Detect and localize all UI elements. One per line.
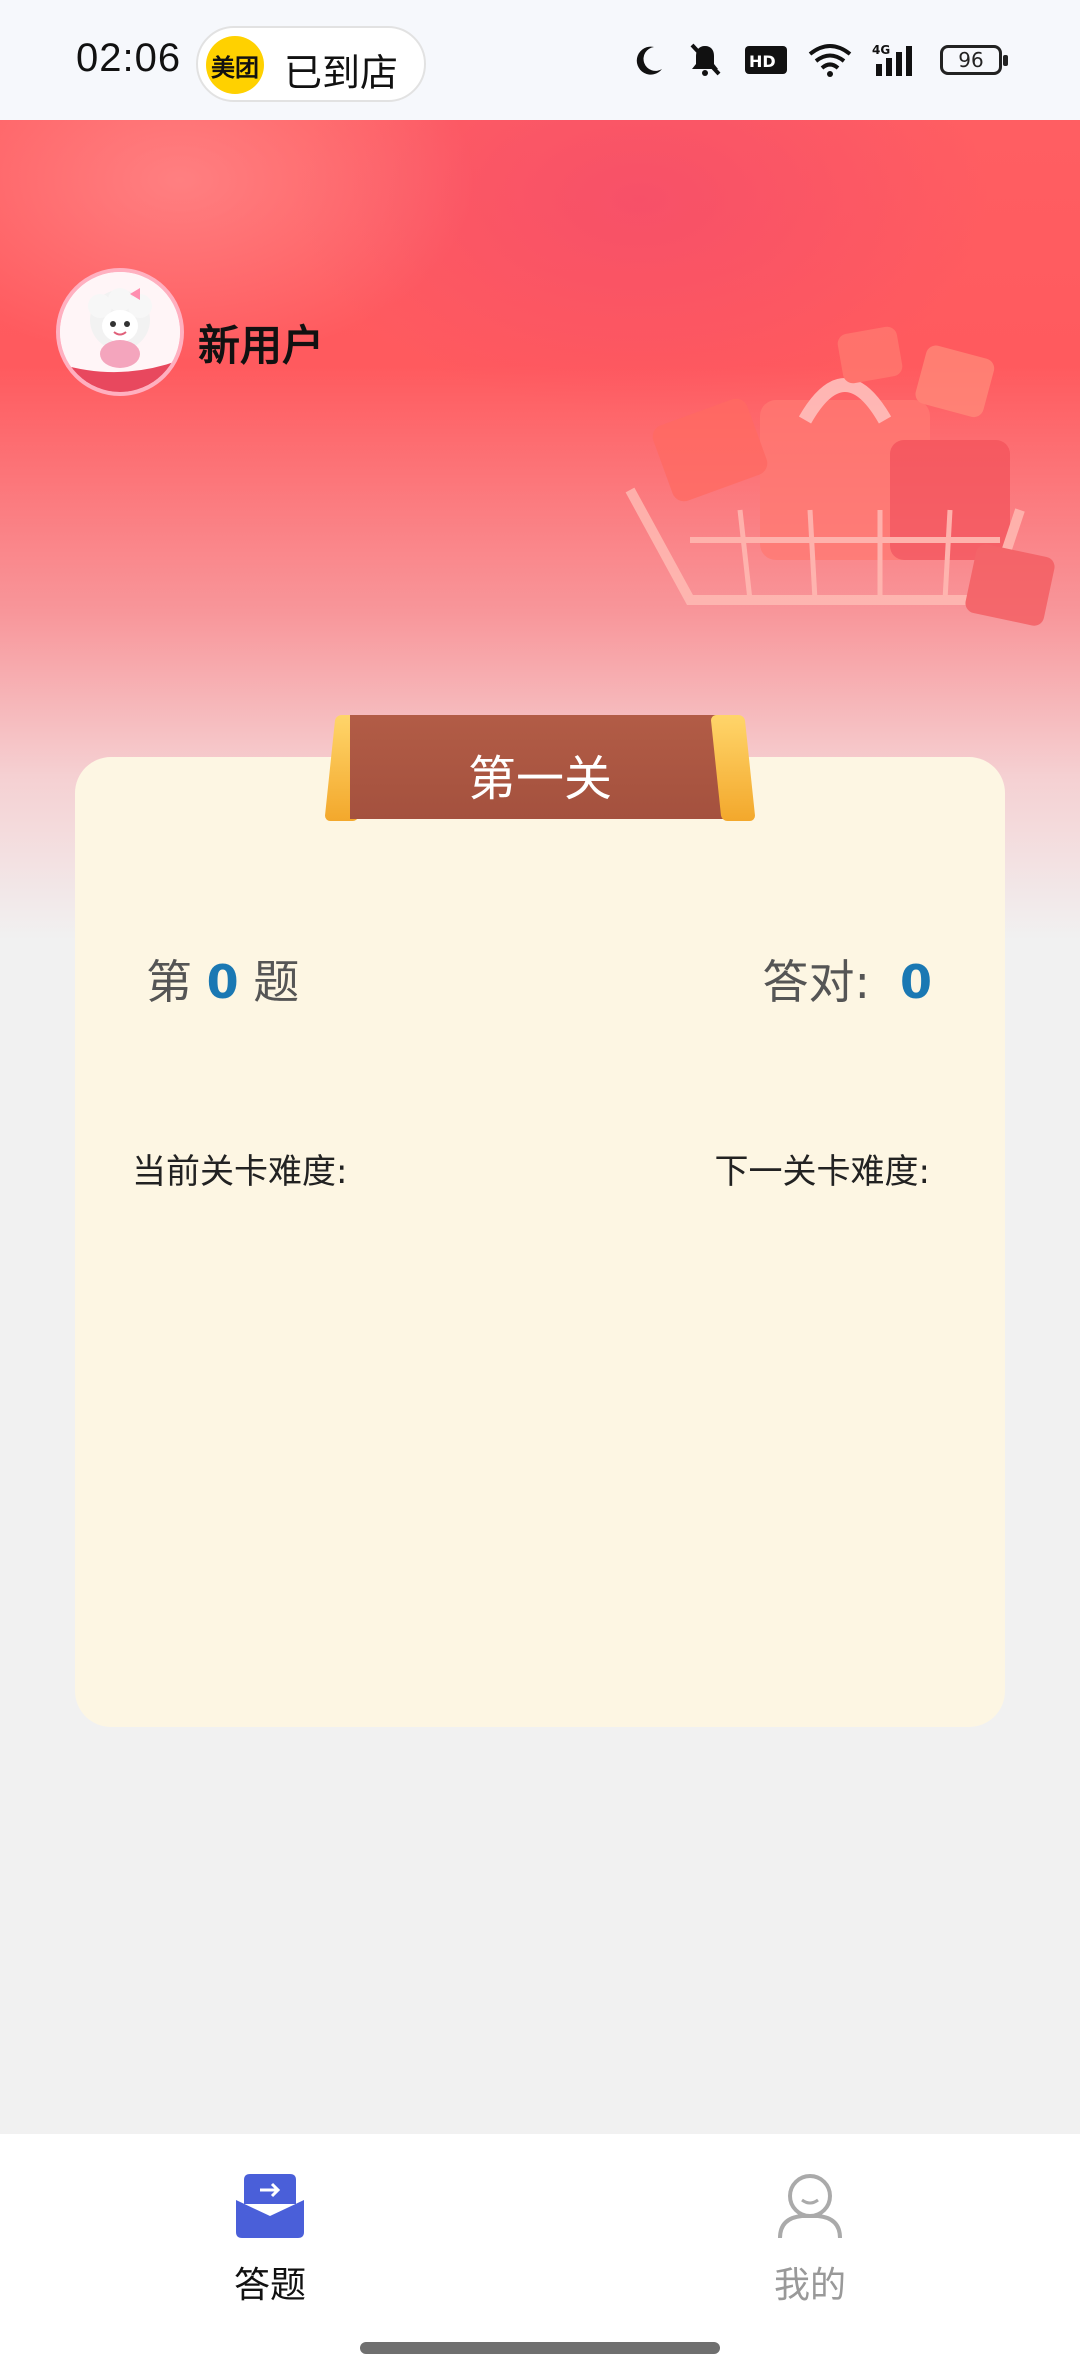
signal-4g-icon: 4G bbox=[872, 43, 912, 76]
moon-icon bbox=[636, 46, 662, 75]
user-profile-icon bbox=[778, 2174, 842, 2239]
hd-icon: HD bbox=[745, 46, 787, 74]
question-number: 0 bbox=[206, 955, 239, 1009]
avatar[interactable] bbox=[56, 268, 184, 396]
tab-answer[interactable]: 答题 bbox=[170, 2170, 370, 2308]
question-prefix: 第 bbox=[146, 955, 192, 1009]
question-counter: 第 0 题 bbox=[146, 946, 299, 1012]
battery-icon: 96 bbox=[940, 45, 1008, 75]
pill-text: 已到店 bbox=[284, 51, 399, 95]
status-time: 02:06 bbox=[76, 36, 182, 80]
username: 新用户 bbox=[198, 321, 325, 370]
sheep-mascot-icon bbox=[60, 272, 180, 392]
status-bar: 02:06 美团 已到店 HD 4G 96 bbox=[0, 0, 1080, 120]
level-card bbox=[75, 757, 1005, 1727]
tab-answer-label: 答题 bbox=[233, 2265, 306, 2306]
level-title: 第一关 bbox=[467, 751, 612, 807]
mute-icon bbox=[690, 43, 721, 76]
svg-text:4G: 4G bbox=[872, 43, 890, 57]
tab-mine[interactable]: 我的 bbox=[710, 2170, 910, 2308]
correct-label: 答对: bbox=[762, 955, 870, 1009]
meituan-logo-icon: 美团 bbox=[206, 36, 264, 94]
correct-counter: 答对: 0 bbox=[762, 946, 932, 1012]
correct-count: 0 bbox=[899, 955, 932, 1009]
next-difficulty-label: 下一关卡难度: bbox=[714, 1152, 930, 1192]
svg-text:HD: HD bbox=[749, 52, 776, 71]
current-difficulty-label: 当前关卡难度: bbox=[132, 1152, 348, 1192]
bottom-tab-bar: 答题 我的 bbox=[0, 2134, 1080, 2376]
tab-mine-label: 我的 bbox=[773, 2265, 846, 2306]
meituan-arrival-pill[interactable]: 美团 已到店 bbox=[196, 26, 426, 102]
level-ribbon: 第一关 bbox=[324, 715, 756, 821]
home-indicator[interactable] bbox=[360, 2342, 720, 2354]
answer-inbox-icon bbox=[236, 2174, 304, 2238]
wifi-icon bbox=[808, 44, 852, 77]
question-suffix: 题 bbox=[253, 955, 300, 1009]
shopping-cart-illustration bbox=[625, 326, 1055, 626]
